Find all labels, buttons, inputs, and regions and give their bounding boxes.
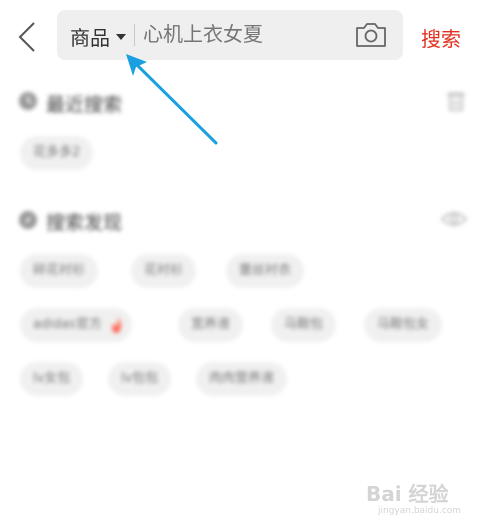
camera-icon[interactable] [355,22,387,48]
discover-chip[interactable]: lv包包 [108,362,172,396]
clock-icon [19,92,37,110]
recent-search-chip[interactable]: 花多多2 [20,136,94,170]
baidu-watermark: Bai 经验 jingyan.baidu.com [364,474,482,524]
discover-chip[interactable]: 马鞍包 [271,308,337,342]
discover-chip[interactable]: 肉肉营养液 [196,362,288,396]
top-bar: 商品 搜索 [0,0,484,72]
discover-chip-label: adidas官方 [33,317,102,332]
compass-icon [19,211,37,229]
back-arrow-icon[interactable] [14,20,42,54]
discover-chip[interactable]: 花衬衫 [131,254,197,288]
watermark-brand: Bai 经验 [366,482,449,506]
search-input[interactable] [143,22,343,46]
discover-chip[interactable]: 宽养液 [178,308,244,342]
caret-down-icon[interactable] [116,34,126,40]
search-box[interactable]: 商品 [57,10,403,60]
fire-icon [111,317,121,333]
watermark-url: jingyan.baidu.com [378,506,462,516]
search-button[interactable]: 搜索 [421,23,461,52]
discover-chip[interactable]: 碎花衬衫 [20,254,99,288]
discover-chip[interactable]: lv女包 [20,362,84,396]
discover-title: 搜索发现 [46,212,123,234]
discover-chip[interactable]: adidas官方 [20,308,132,342]
recent-searches-title: 最近搜索 [46,94,123,116]
category-dropdown[interactable]: 商品 [70,22,110,51]
discover-chip[interactable]: 马鞍包女 [364,308,443,342]
discover-chip[interactable]: 蕾丝衬衣 [226,254,305,288]
trash-icon[interactable] [446,90,466,112]
eye-icon[interactable] [441,210,467,228]
divider [134,24,135,46]
